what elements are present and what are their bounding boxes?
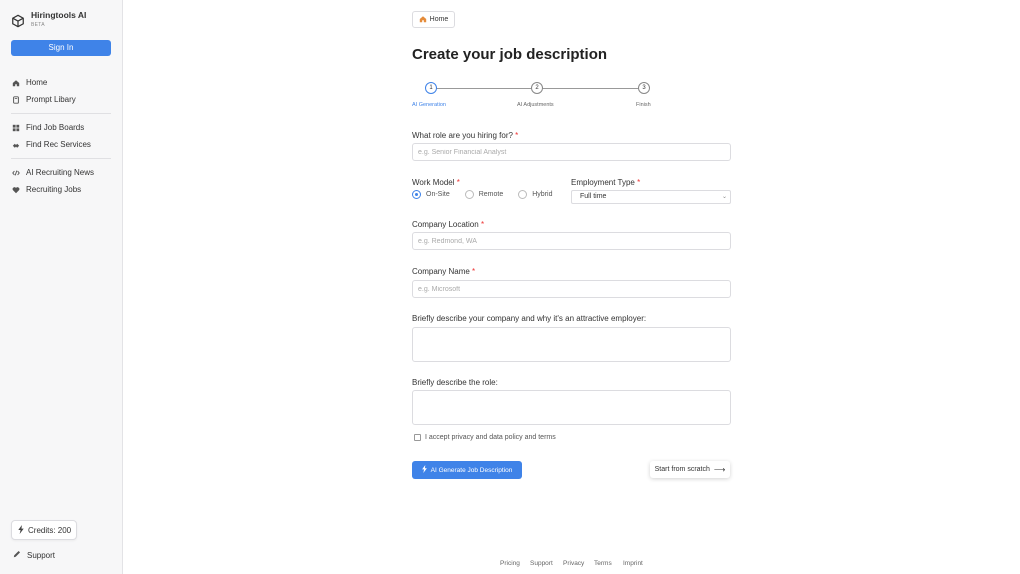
sidebar-item-rec-services[interactable]: Find Rec Services bbox=[11, 136, 111, 153]
required-marker: * bbox=[472, 267, 476, 276]
grid-icon bbox=[11, 123, 20, 132]
role-desc-label: Briefly describe the role: bbox=[412, 378, 498, 387]
brand-name: Hiringtools AI bbox=[31, 10, 87, 20]
chevron-updown-icon: ⌄ bbox=[721, 194, 727, 200]
divider bbox=[11, 158, 111, 159]
radio-remote[interactable] bbox=[464, 190, 474, 199]
employment-type-label: Employment Type * bbox=[571, 178, 640, 187]
sidebar-item-label: Recruiting Jobs bbox=[26, 185, 82, 194]
handshake-icon bbox=[11, 140, 20, 149]
sidebar-item-ai-news[interactable]: AI Recruiting News bbox=[11, 164, 111, 181]
company-input[interactable] bbox=[412, 280, 731, 298]
location-label-text: Company Location bbox=[412, 220, 479, 229]
work-model-radio-group: On-Site Remote Hybrid bbox=[412, 190, 552, 199]
code-icon bbox=[11, 168, 20, 177]
step-1-circle: 1 bbox=[425, 82, 437, 94]
required-marker: * bbox=[480, 220, 485, 229]
credits-label: Credits: 200 bbox=[28, 525, 72, 535]
step-3-circle: 3 bbox=[638, 82, 650, 94]
employment-type-value: Full time bbox=[580, 193, 607, 200]
role-label: What role are you hiring for? * bbox=[412, 131, 518, 140]
sign-in-button[interactable]: Sign In bbox=[11, 40, 111, 56]
radio-on-site-label: On-Site bbox=[426, 191, 450, 198]
lightning-icon bbox=[421, 465, 427, 475]
radio-hybrid-label: Hybrid bbox=[532, 191, 553, 198]
sidebar-item-recruiting-jobs[interactable]: Recruiting Jobs bbox=[11, 181, 111, 198]
company-desc-textarea[interactable] bbox=[412, 327, 731, 362]
required-marker: * bbox=[637, 178, 641, 187]
role-desc-textarea[interactable] bbox=[412, 390, 731, 425]
beta-badge: BETA bbox=[31, 22, 45, 28]
start-from-scratch-button[interactable]: Start from scratch ⟶ bbox=[650, 461, 730, 478]
sidebar-item-label: Find Rec Services bbox=[26, 140, 91, 149]
radio-remote-label: Remote bbox=[478, 191, 504, 198]
pencil-icon bbox=[13, 550, 21, 560]
sidebar-item-label: AI Recruiting News bbox=[26, 168, 95, 177]
accept-terms-label: I accept privacy and data policy and ter… bbox=[425, 434, 556, 441]
cube-icon bbox=[12, 14, 24, 28]
work-model-label: Work Model * bbox=[412, 178, 460, 187]
home-button[interactable]: Home bbox=[412, 11, 455, 28]
role-input[interactable] bbox=[412, 143, 731, 161]
sidebar: Hiringtools AI BETA Sign In Home Prompt … bbox=[0, 0, 123, 574]
brand[interactable]: Hiringtools AI BETA bbox=[11, 10, 86, 29]
sidebar-item-job-boards[interactable]: Find Job Boards bbox=[11, 119, 111, 136]
support-link[interactable]: Support bbox=[13, 550, 55, 560]
location-label: Company Location * bbox=[412, 220, 484, 229]
lightning-icon bbox=[18, 524, 24, 536]
sidebar-nav: Home Prompt Libary Find Job Boards Find … bbox=[11, 74, 111, 198]
footer-link-imprint[interactable]: Imprint bbox=[623, 560, 643, 567]
sidebar-item-prompt-library[interactable]: Prompt Libary bbox=[11, 91, 111, 108]
sidebar-item-label: Home bbox=[26, 78, 48, 87]
step-2-circle: 2 bbox=[531, 82, 543, 94]
radio-hybrid[interactable] bbox=[518, 190, 528, 199]
footer-link-support[interactable]: Support bbox=[530, 560, 553, 567]
credits-button[interactable]: Credits: 200 bbox=[11, 520, 77, 540]
company-desc-label: Briefly describe your company and why it… bbox=[412, 314, 647, 323]
home-icon bbox=[11, 78, 20, 87]
role-label-text: What role are you hiring for? bbox=[412, 131, 513, 140]
accept-terms-checkbox[interactable] bbox=[414, 434, 421, 441]
company-label-text: Company Name bbox=[412, 267, 470, 276]
required-marker: * bbox=[515, 131, 519, 140]
home-button-label: Home bbox=[429, 16, 449, 23]
arrow-right-icon: ⟶ bbox=[713, 465, 726, 474]
start-from-scratch-label: Start from scratch bbox=[654, 466, 710, 473]
work-model-label-text: Work Model bbox=[412, 178, 455, 187]
book-icon bbox=[11, 95, 20, 104]
step-3-label: Finish bbox=[636, 102, 651, 108]
step-1-label: AI Generation bbox=[412, 102, 446, 108]
sidebar-item-label: Find Job Boards bbox=[26, 123, 85, 132]
location-input[interactable] bbox=[412, 232, 731, 250]
employment-type-select[interactable]: Full time ⌄ bbox=[571, 190, 731, 204]
footer-link-pricing[interactable]: Pricing bbox=[500, 560, 520, 567]
required-marker: * bbox=[456, 178, 460, 187]
page-title: Create your job description bbox=[412, 46, 608, 63]
footer-link-terms[interactable]: Terms bbox=[594, 560, 612, 567]
step-2-label: AI Adjustments bbox=[517, 102, 554, 108]
employment-type-label-text: Employment Type bbox=[571, 178, 635, 187]
radio-on-site[interactable] bbox=[412, 190, 421, 199]
heart-icon bbox=[11, 185, 20, 194]
footer-link-privacy[interactable]: Privacy bbox=[563, 560, 584, 567]
divider bbox=[11, 113, 111, 114]
accept-terms-row: I accept privacy and data policy and ter… bbox=[414, 434, 556, 441]
home-icon bbox=[419, 15, 427, 25]
ai-generate-label: AI Generate Job Description bbox=[430, 466, 513, 474]
company-label: Company Name * bbox=[412, 267, 475, 276]
sidebar-item-label: Prompt Libary bbox=[26, 95, 76, 104]
support-label: Support bbox=[27, 550, 56, 560]
ai-generate-button[interactable]: AI Generate Job Description bbox=[412, 461, 522, 479]
sidebar-item-home[interactable]: Home bbox=[11, 74, 111, 91]
